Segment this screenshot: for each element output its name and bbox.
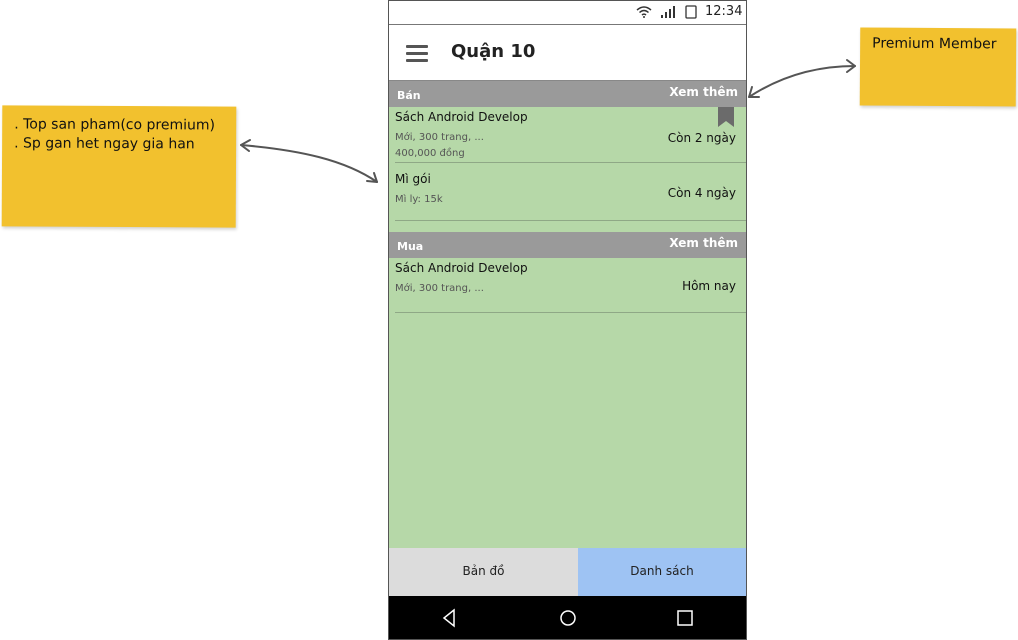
arrow-right-note [748, 65, 856, 98]
section-header-buy: Mua Xem thêm [389, 232, 746, 258]
item-description: Mới, 300 trang, ... [395, 132, 484, 143]
wifi-icon [636, 6, 652, 18]
app-bar: Quận 10 [389, 25, 746, 81]
item-description: Mới, 300 trang, ... [395, 283, 484, 294]
signal-icon [661, 6, 675, 18]
section-label-sell: Bán [397, 89, 421, 102]
list-item[interactable]: Sách Android Develop Mới, 300 trang, ...… [389, 107, 746, 162]
item-price: 400,000 đồng [395, 148, 465, 159]
divider [395, 220, 746, 221]
home-icon[interactable] [557, 607, 579, 629]
status-time: 12:34 [705, 4, 743, 19]
list-item[interactable]: Sách Android Develop Mới, 300 trang, ...… [389, 258, 746, 312]
status-bar: 12:34 [389, 1, 746, 25]
divider [395, 312, 746, 313]
tab-map[interactable]: Bản đồ [389, 548, 578, 596]
item-name: Mì gói [395, 172, 431, 186]
page-title: Quận 10 [451, 41, 536, 62]
arrow-left-note [240, 144, 378, 183]
note-premium-text: Premium Member [872, 35, 997, 53]
item-description: Mì ly: 15k [395, 194, 443, 205]
annotation-note-premium: Premium Member [859, 27, 1017, 107]
section-label-buy: Mua [397, 240, 424, 253]
recents-icon[interactable] [674, 607, 696, 629]
item-days-left: Còn 2 ngày [667, 131, 736, 145]
item-name: Sách Android Develop [395, 261, 528, 275]
tab-list[interactable]: Danh sách [578, 548, 746, 596]
divider [395, 162, 746, 163]
note-line-2: . Sp gan het ngay gia han [14, 135, 195, 153]
android-nav-bar [389, 596, 746, 639]
bottom-tab-bar: Bản đồ Danh sách [389, 548, 746, 596]
note-line-1: . Top san pham(co premium) [14, 116, 216, 134]
section-header-sell: Bán Xem thêm [389, 81, 746, 107]
item-days-left: Hôm nay [682, 279, 736, 293]
see-more-buy-link[interactable]: Xem thêm [669, 236, 738, 250]
list-item[interactable]: Mì gói Mì ly: 15k Còn 4 ngày [389, 166, 746, 220]
phone-frame: 12:34 Quận 10 Bán Xem thêm Sách Android … [388, 0, 747, 640]
annotation-note-top-products: . Top san pham(co premium) . Sp gan het … [1, 105, 237, 228]
hamburger-icon[interactable] [406, 45, 428, 62]
back-icon[interactable] [439, 607, 461, 629]
item-name: Sách Android Develop [395, 110, 528, 124]
item-days-left: Còn 4 ngày [667, 186, 736, 200]
battery-icon [685, 5, 697, 19]
see-more-sell-link[interactable]: Xem thêm [669, 85, 738, 99]
